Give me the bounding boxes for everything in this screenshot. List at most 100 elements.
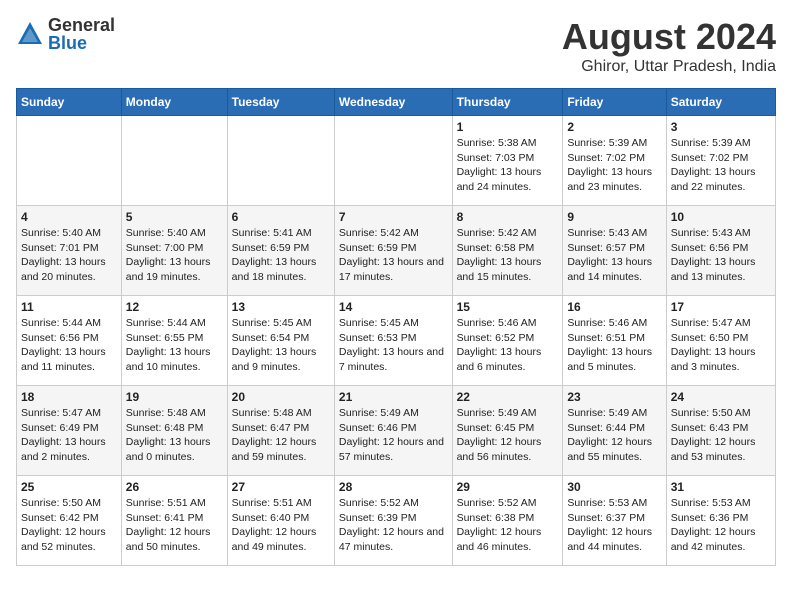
day-info: Sunrise: 5:48 AM Sunset: 6:48 PM Dayligh… (126, 406, 223, 465)
day-info: Sunrise: 5:53 AM Sunset: 6:36 PM Dayligh… (671, 496, 771, 555)
week-row-5: 25 Sunrise: 5:50 AM Sunset: 6:42 PM Dayli… (17, 476, 776, 566)
day-number: 10 (671, 210, 771, 224)
header-saturday: Saturday (666, 89, 775, 116)
day-cell: 13Sunrise: 5:45 AM Sunset: 6:54 PM Dayli… (227, 296, 334, 386)
day-info: Sunrise: 5:43 AM Sunset: 6:56 PM Dayligh… (671, 226, 771, 285)
day-cell: 31 Sunrise: 5:53 AM Sunset: 6:36 PM Dayli… (666, 476, 775, 566)
day-number: 25 (21, 480, 117, 494)
day-number: 19 (126, 390, 223, 404)
day-info: Sunrise: 5:45 AM Sunset: 6:53 PM Dayligh… (339, 316, 448, 375)
day-number: 8 (457, 210, 559, 224)
day-info: Sunrise: 5:39 AM Sunset: 7:02 PM Dayligh… (567, 136, 661, 195)
header-wednesday: Wednesday (334, 89, 452, 116)
day-cell: 12 Sunrise: 5:44 AM Sunset: 6:55 PM Dayli… (121, 296, 227, 386)
week-row-4: 18 Sunrise: 5:47 AM Sunset: 6:49 PM Dayli… (17, 386, 776, 476)
day-number: 15 (457, 300, 559, 314)
day-info: Sunrise: 5:48 AM Sunset: 6:47 PM Dayligh… (232, 406, 330, 465)
day-number: 28 (339, 480, 448, 494)
day-cell (227, 116, 334, 206)
day-info: Sunrise: 5:49 AM Sunset: 6:45 PM Dayligh… (457, 406, 559, 465)
day-cell (334, 116, 452, 206)
day-info: Sunrise: 5:42 AM Sunset: 6:59 PM Dayligh… (339, 226, 448, 285)
logo-blue-text: Blue (48, 34, 115, 52)
day-info: Sunrise: 5:51 AM Sunset: 6:40 PM Dayligh… (232, 496, 330, 555)
day-number: 12 (126, 300, 223, 314)
day-number: 1 (457, 120, 559, 134)
day-number: 18 (21, 390, 117, 404)
day-number: 20 (232, 390, 330, 404)
day-number: 16 (567, 300, 661, 314)
day-number: 11 (21, 300, 117, 314)
day-cell: 20 Sunrise: 5:48 AM Sunset: 6:47 PM Dayli… (227, 386, 334, 476)
day-cell: 4 Sunrise: 5:40 AM Sunset: 7:01 PM Daylig… (17, 206, 122, 296)
page-header: General Blue August 2024 Ghiror, Uttar P… (16, 16, 776, 76)
day-number: 29 (457, 480, 559, 494)
day-cell: 27 Sunrise: 5:51 AM Sunset: 6:40 PM Dayli… (227, 476, 334, 566)
day-cell: 15Sunrise: 5:46 AM Sunset: 6:52 PM Dayli… (452, 296, 563, 386)
day-cell: 7Sunrise: 5:42 AM Sunset: 6:59 PM Daylig… (334, 206, 452, 296)
day-number: 5 (126, 210, 223, 224)
week-row-1: 1 Sunrise: 5:38 AM Sunset: 7:03 PM Daylig… (17, 116, 776, 206)
header-thursday: Thursday (452, 89, 563, 116)
calendar-table: SundayMondayTuesdayWednesdayThursdayFrid… (16, 88, 776, 566)
day-info: Sunrise: 5:38 AM Sunset: 7:03 PM Dayligh… (457, 136, 559, 195)
day-cell: 28 Sunrise: 5:52 AM Sunset: 6:39 PM Dayli… (334, 476, 452, 566)
day-info: Sunrise: 5:47 AM Sunset: 6:50 PM Dayligh… (671, 316, 771, 375)
day-cell: 10 Sunrise: 5:43 AM Sunset: 6:56 PM Dayli… (666, 206, 775, 296)
day-cell (17, 116, 122, 206)
day-number: 31 (671, 480, 771, 494)
header-row: SundayMondayTuesdayWednesdayThursdayFrid… (17, 89, 776, 116)
day-number: 21 (339, 390, 448, 404)
logo-general-text: General (48, 16, 115, 34)
main-title: August 2024 (562, 16, 776, 58)
day-info: Sunrise: 5:42 AM Sunset: 6:58 PM Dayligh… (457, 226, 559, 285)
day-cell: 8 Sunrise: 5:42 AM Sunset: 6:58 PM Daylig… (452, 206, 563, 296)
day-info: Sunrise: 5:44 AM Sunset: 6:56 PM Dayligh… (21, 316, 117, 375)
day-cell: 29 Sunrise: 5:52 AM Sunset: 6:38 PM Dayli… (452, 476, 563, 566)
week-row-2: 4 Sunrise: 5:40 AM Sunset: 7:01 PM Daylig… (17, 206, 776, 296)
day-info: Sunrise: 5:52 AM Sunset: 6:39 PM Dayligh… (339, 496, 448, 555)
day-info: Sunrise: 5:49 AM Sunset: 6:46 PM Dayligh… (339, 406, 448, 465)
header-tuesday: Tuesday (227, 89, 334, 116)
day-info: Sunrise: 5:44 AM Sunset: 6:55 PM Dayligh… (126, 316, 223, 375)
day-number: 17 (671, 300, 771, 314)
day-info: Sunrise: 5:43 AM Sunset: 6:57 PM Dayligh… (567, 226, 661, 285)
day-cell: 9 Sunrise: 5:43 AM Sunset: 6:57 PM Daylig… (563, 206, 666, 296)
day-number: 23 (567, 390, 661, 404)
day-cell: 26 Sunrise: 5:51 AM Sunset: 6:41 PM Dayli… (121, 476, 227, 566)
day-number: 30 (567, 480, 661, 494)
day-number: 27 (232, 480, 330, 494)
day-info: Sunrise: 5:49 AM Sunset: 6:44 PM Dayligh… (567, 406, 661, 465)
day-info: Sunrise: 5:47 AM Sunset: 6:49 PM Dayligh… (21, 406, 117, 465)
day-number: 2 (567, 120, 661, 134)
day-number: 26 (126, 480, 223, 494)
day-cell: 22Sunrise: 5:49 AM Sunset: 6:45 PM Dayli… (452, 386, 563, 476)
day-number: 6 (232, 210, 330, 224)
header-friday: Friday (563, 89, 666, 116)
day-cell: 6 Sunrise: 5:41 AM Sunset: 6:59 PM Daylig… (227, 206, 334, 296)
day-info: Sunrise: 5:52 AM Sunset: 6:38 PM Dayligh… (457, 496, 559, 555)
logo: General Blue (16, 16, 115, 52)
day-info: Sunrise: 5:41 AM Sunset: 6:59 PM Dayligh… (232, 226, 330, 285)
day-cell: 1 Sunrise: 5:38 AM Sunset: 7:03 PM Daylig… (452, 116, 563, 206)
day-cell: 30Sunrise: 5:53 AM Sunset: 6:37 PM Dayli… (563, 476, 666, 566)
subtitle: Ghiror, Uttar Pradesh, India (562, 58, 776, 76)
day-cell: 21 Sunrise: 5:49 AM Sunset: 6:46 PM Dayli… (334, 386, 452, 476)
day-number: 14 (339, 300, 448, 314)
day-number: 13 (232, 300, 330, 314)
day-info: Sunrise: 5:46 AM Sunset: 6:51 PM Dayligh… (567, 316, 661, 375)
day-number: 9 (567, 210, 661, 224)
header-sunday: Sunday (17, 89, 122, 116)
day-cell: 11 Sunrise: 5:44 AM Sunset: 6:56 PM Dayli… (17, 296, 122, 386)
day-cell: 3Sunrise: 5:39 AM Sunset: 7:02 PM Daylig… (666, 116, 775, 206)
day-info: Sunrise: 5:51 AM Sunset: 6:41 PM Dayligh… (126, 496, 223, 555)
header-monday: Monday (121, 89, 227, 116)
day-number: 4 (21, 210, 117, 224)
day-info: Sunrise: 5:40 AM Sunset: 7:01 PM Dayligh… (21, 226, 117, 285)
day-cell: 5Sunrise: 5:40 AM Sunset: 7:00 PM Daylig… (121, 206, 227, 296)
day-cell: 17 Sunrise: 5:47 AM Sunset: 6:50 PM Dayli… (666, 296, 775, 386)
day-cell: 23 Sunrise: 5:49 AM Sunset: 6:44 PM Dayli… (563, 386, 666, 476)
day-info: Sunrise: 5:50 AM Sunset: 6:43 PM Dayligh… (671, 406, 771, 465)
day-cell: 24Sunrise: 5:50 AM Sunset: 6:43 PM Dayli… (666, 386, 775, 476)
day-info: Sunrise: 5:50 AM Sunset: 6:42 PM Dayligh… (21, 496, 117, 555)
